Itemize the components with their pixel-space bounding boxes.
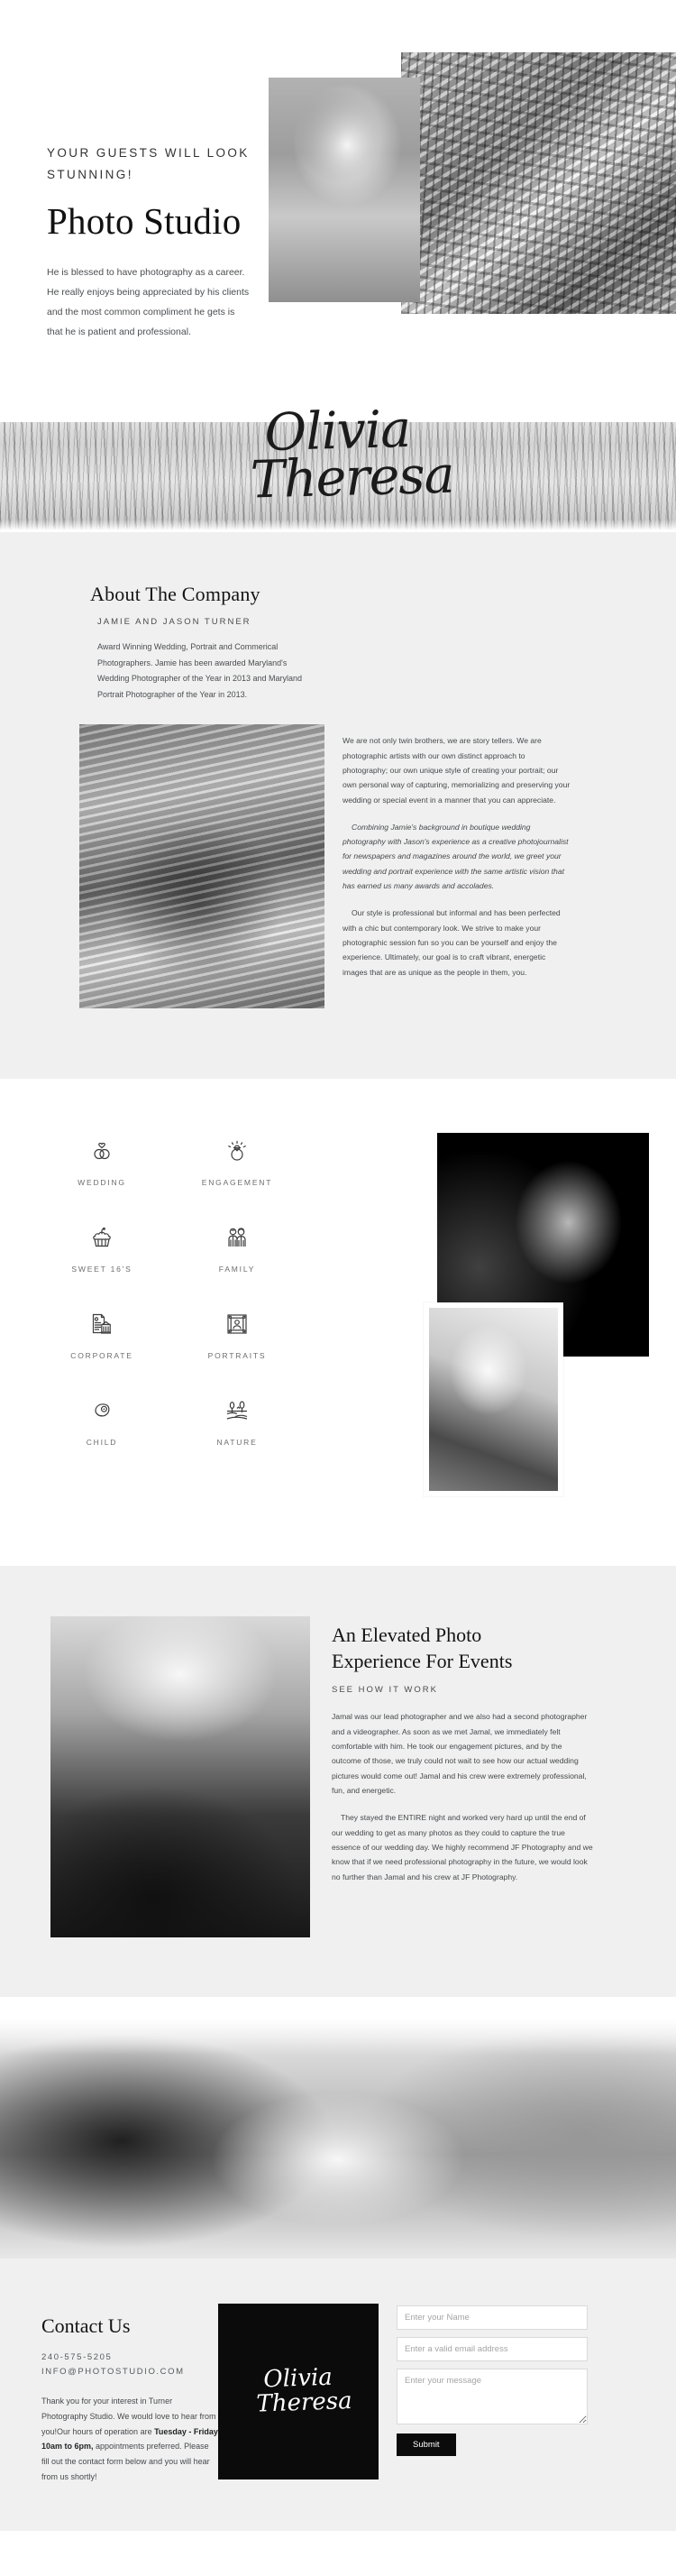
events-section: An Elevated Photo Experience For Events … <box>0 1566 676 1998</box>
corporate-building-icon <box>34 1306 169 1342</box>
landscape-field-icon <box>169 1393 305 1429</box>
service-label: FAMILY <box>218 1265 256 1274</box>
wedding-rings-icon <box>34 1133 169 1169</box>
service-item-nature[interactable]: NATURE <box>169 1393 305 1447</box>
name-input[interactable] <box>397 2305 588 2331</box>
brand-script-name: Olivia Theresa <box>0 406 676 511</box>
about-text-column: We are not only twin brothers, we are st… <box>324 724 572 1008</box>
baby-icon <box>34 1393 169 1429</box>
contact-section: Contact Us 240-575-5205 INFO@PHOTOSTUDIO… <box>0 2259 676 2532</box>
contact-info-block: Contact Us 240-575-5205 INFO@PHOTOSTUDIO… <box>0 2302 218 2484</box>
service-item-child[interactable]: CHILD <box>34 1393 169 1447</box>
handshake-image-section <box>0 1997 676 2259</box>
family-couple-icon <box>169 1219 305 1256</box>
service-label: PORTRAITS <box>207 1351 267 1361</box>
service-item-corporate[interactable]: CORPORATE <box>34 1306 169 1360</box>
script-name-banner: Olivia Theresa <box>0 406 676 532</box>
page-title: Photo Studio <box>47 200 242 243</box>
about-body: We are not only twin brothers, we are st… <box>0 724 676 1009</box>
contact-brand-script: Olivia Theresa <box>244 2364 353 2419</box>
service-label: NATURE <box>216 1438 258 1448</box>
service-item-family[interactable]: FAMILY <box>169 1219 305 1274</box>
hero-kicker: YOUR GUESTS WILL LOOK STUNNING! <box>47 146 250 181</box>
services-section: WEDDING ENGAGEMENT SWEET 16'S FAMILY COR… <box>0 1079 676 1567</box>
events-photo <box>50 1616 310 1938</box>
about-paragraph: We are not only twin brothers, we are st… <box>343 736 571 805</box>
about-paragraph: Our style is professional but informal a… <box>343 908 561 977</box>
events-title-line2: Experience For Events <box>332 1650 513 1673</box>
service-label: ENGAGEMENT <box>201 1178 273 1188</box>
submit-button[interactable]: Submit <box>397 2433 456 2457</box>
message-input[interactable] <box>397 2369 588 2425</box>
contact-email[interactable]: INFO@PHOTOSTUDIO.COM <box>41 2365 207 2379</box>
service-label: WEDDING <box>78 1178 126 1188</box>
about-section: About The Company JAMIE AND JASON TURNER… <box>0 532 676 1080</box>
service-item-wedding[interactable]: WEDDING <box>34 1133 169 1187</box>
services-light-photo <box>424 1302 563 1497</box>
service-item-engagement[interactable]: ENGAGEMENT <box>169 1133 305 1187</box>
service-label: CORPORATE <box>70 1351 133 1361</box>
about-photo <box>79 724 324 1009</box>
contact-phone[interactable]: 240-575-5205 <box>41 2351 207 2365</box>
events-title-line1: An Elevated Photo <box>332 1624 482 1647</box>
contact-brand-line2: Theresa <box>255 2387 353 2419</box>
cupcake-icon <box>34 1219 169 1256</box>
hero-text-block: YOUR GUESTS WILL LOOK STUNNING! Photo St… <box>47 143 290 342</box>
contact-form: Submit <box>397 2302 588 2457</box>
services-grid: WEDDING ENGAGEMENT SWEET 16'S FAMILY COR… <box>34 1133 305 1447</box>
contact-brand-card: Olivia Theresa <box>218 2304 379 2480</box>
service-label: CHILD <box>86 1438 118 1448</box>
events-title: An Elevated Photo Experience For Events <box>332 1622 593 1674</box>
events-paragraph: Jamal was our lead photographer and we a… <box>332 1712 588 1795</box>
about-title: About The Company <box>90 583 260 605</box>
about-heading-block: About The Company <box>0 583 676 606</box>
about-paragraph: Combining Jamie's background in boutique… <box>343 822 569 891</box>
framed-portrait-icon <box>169 1306 305 1342</box>
service-item-sweet-16s[interactable]: SWEET 16'S <box>34 1219 169 1274</box>
hero-foreground-image <box>269 78 420 302</box>
hero-paragraph: He is blessed to have photography as a c… <box>47 267 250 338</box>
events-subtitle: SEE HOW IT WORK <box>332 1685 438 1696</box>
contact-note: Thank you for your interest in Turner Ph… <box>41 2394 218 2484</box>
hero-section: YOUR GUESTS WILL LOOK STUNNING! Photo St… <box>0 0 676 406</box>
contact-title: Contact Us <box>41 2314 131 2338</box>
events-text-column: An Elevated Photo Experience For Events … <box>332 1616 593 1937</box>
events-paragraph: They stayed the ENTIRE night and worked … <box>332 1813 593 1881</box>
about-subtitle: JAMIE AND JASON TURNER <box>97 617 251 627</box>
email-input[interactable] <box>397 2337 588 2362</box>
service-item-portraits[interactable]: PORTRAITS <box>169 1306 305 1360</box>
hero-background-image <box>401 52 676 314</box>
engagement-ring-icon <box>169 1133 305 1169</box>
service-label: SWEET 16'S <box>71 1265 132 1274</box>
about-lead-paragraph: Award Winning Wedding, Portrait and Comm… <box>97 642 302 699</box>
